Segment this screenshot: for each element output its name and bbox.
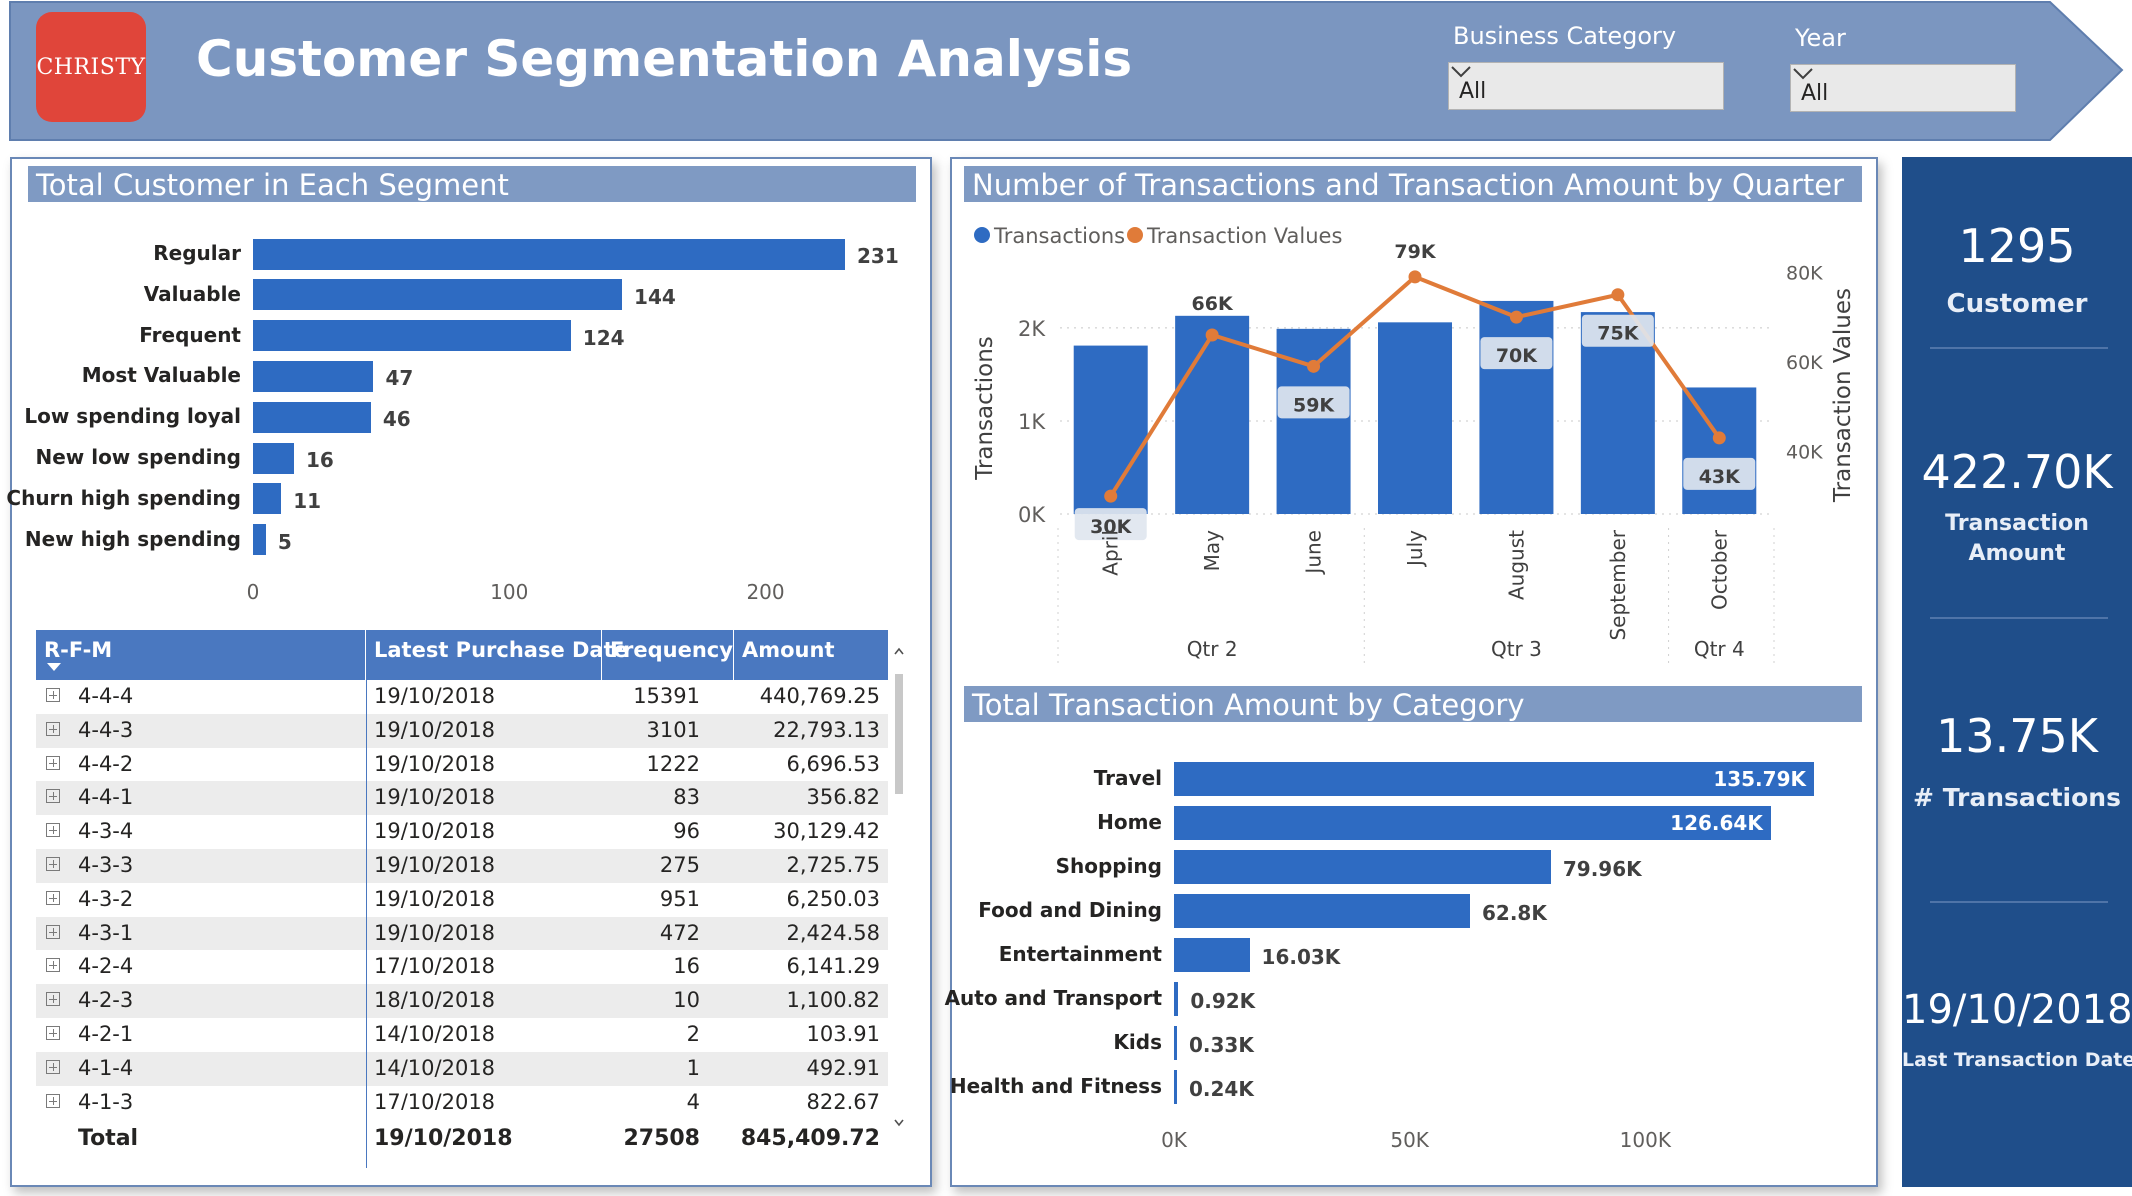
- transaction-values-point[interactable]: [1408, 270, 1422, 284]
- kpi-customer-label: Customer: [1946, 289, 2088, 319]
- kpi-customer-value: 1295: [1958, 219, 2076, 273]
- transactions-bar[interactable]: [1682, 387, 1757, 514]
- category-data-label: 0.24K: [1189, 1077, 1254, 1101]
- category-category-label: Health and Fitness: [949, 1074, 1162, 1098]
- category-bar[interactable]: [1174, 1070, 1177, 1104]
- month-axis-label: August: [1504, 530, 1528, 600]
- category-bar[interactable]: [1174, 938, 1250, 972]
- transaction-values-point[interactable]: [1611, 288, 1625, 302]
- month-axis-label: June: [1302, 530, 1326, 576]
- category-bar[interactable]: [1174, 982, 1179, 1016]
- transaction-values-data-label: 66K: [1192, 293, 1234, 315]
- category-bar[interactable]: [1174, 850, 1551, 884]
- category-category-label: Travel: [1093, 766, 1162, 790]
- quarter-combo-chart: 0K 1K 2K 40K 60K 80K Transactions Transaction V…: [972, 224, 1856, 668]
- category-category-label: Kids: [1113, 1030, 1162, 1054]
- left-axis-tick: 1K: [1018, 410, 1046, 434]
- legend-transactions-marker: [974, 227, 990, 243]
- transactions-bar[interactable]: [1073, 345, 1148, 514]
- legend-transaction-values-label: Transaction Values: [1146, 224, 1342, 248]
- transaction-values-point[interactable]: [1104, 489, 1118, 503]
- month-axis-label: September: [1606, 529, 1630, 640]
- transaction-values-data-label: 43K: [1699, 466, 1741, 488]
- right-axis-title: Transaction Values: [1830, 288, 1856, 503]
- category-data-label: 0.33K: [1189, 1033, 1254, 1057]
- transaction-values-data-label: 75K: [1597, 323, 1639, 345]
- quarter-group-label: Qtr 3: [1491, 637, 1542, 661]
- month-axis-label: May: [1200, 530, 1224, 572]
- kpi-transaction-amount-value: 422.70K: [1921, 445, 2113, 499]
- right-axis-tick: 80K: [1786, 262, 1823, 284]
- kpi-panel: 1295 Customer 422.70K Transaction Amount…: [1902, 157, 2132, 1187]
- category-chart-title: Total Transaction Amount by Category: [964, 686, 1862, 722]
- category-data-label: 135.79K: [1713, 767, 1806, 791]
- kpi-transaction-amount-label-line2: Amount: [1968, 541, 2066, 566]
- legend-transactions-label: Transactions: [993, 224, 1125, 248]
- category-data-label: 16.03K: [1261, 945, 1341, 969]
- category-category-label: Home: [1097, 810, 1162, 834]
- kpi-last-transaction-date-value: 19/10/2018: [1902, 987, 2132, 1033]
- left-axis-title: Transactions: [972, 336, 998, 481]
- category-category-label: Auto and Transport: [944, 986, 1162, 1010]
- transaction-values-point[interactable]: [1205, 328, 1219, 342]
- transactions-bar[interactable]: [1378, 322, 1452, 514]
- kpi-last-transaction-date-label: Last Transaction Date: [1902, 1049, 2132, 1071]
- quarter-group-label: Qtr 4: [1694, 637, 1745, 661]
- category-data-label: 79.96K: [1562, 857, 1642, 881]
- quarter-group-label: Qtr 2: [1187, 637, 1238, 661]
- category-axis-tick: 100K: [1619, 1128, 1671, 1152]
- category-data-label: 0.92K: [1190, 989, 1256, 1013]
- transaction-values-point[interactable]: [1712, 431, 1726, 445]
- month-axis-label: October: [1707, 529, 1731, 610]
- kpi-divider: [1930, 617, 2108, 619]
- category-category-label: Shopping: [1055, 854, 1162, 878]
- left-axis-tick: 0K: [1018, 503, 1046, 527]
- transaction-values-data-label: 79K: [1394, 241, 1436, 263]
- category-bar[interactable]: [1174, 1026, 1177, 1060]
- kpi-divider: [1930, 347, 2108, 349]
- category-axis-tick: 50K: [1390, 1128, 1429, 1152]
- category-data-label: 126.64K: [1670, 811, 1763, 835]
- month-axis-label: April: [1099, 530, 1123, 576]
- transactions-bar[interactable]: [1175, 315, 1250, 514]
- transactions-bar[interactable]: [1479, 300, 1554, 514]
- category-bar[interactable]: [1174, 894, 1470, 928]
- category-data-label: 62.8K: [1481, 901, 1547, 925]
- kpi-transactions-value: 13.75K: [1936, 709, 2098, 763]
- right-axis-tick: 40K: [1786, 441, 1823, 463]
- category-axis-tick: 0K: [1161, 1128, 1187, 1152]
- category-category-label: Entertainment: [998, 942, 1162, 966]
- transaction-values-data-label: 59K: [1293, 394, 1335, 416]
- kpi-divider: [1930, 901, 2108, 903]
- transaction-values-data-label: 70K: [1496, 345, 1538, 367]
- kpi-transactions-label: # Transactions: [1913, 783, 2121, 812]
- kpi-transaction-amount-label-line1: Transaction: [1945, 511, 2089, 536]
- legend-transaction-values-marker: [1127, 227, 1143, 243]
- left-axis-tick: 2K: [1018, 317, 1046, 341]
- transaction-values-point[interactable]: [1509, 310, 1523, 324]
- category-category-label: Food and Dining: [978, 898, 1162, 922]
- transaction-values-point[interactable]: [1307, 359, 1321, 373]
- right-axis-tick: 60K: [1786, 352, 1823, 374]
- month-axis-label: July: [1403, 530, 1427, 568]
